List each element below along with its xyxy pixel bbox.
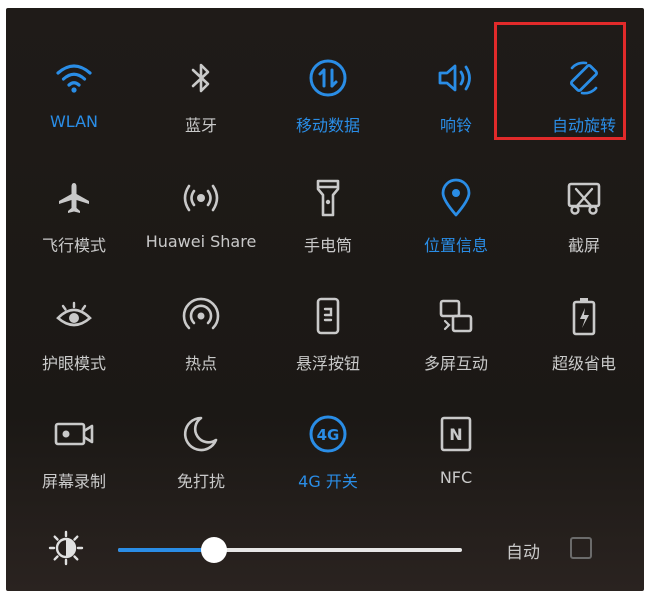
tile-wlan[interactable]: WLAN: [14, 28, 134, 138]
battery-saver-icon: [562, 294, 606, 338]
tile-label: 自动旋转: [551, 116, 616, 135]
flashlight-icon: [306, 176, 350, 220]
brightness-control: 自动: [6, 516, 644, 576]
speaker-icon: [434, 56, 478, 100]
airplane-icon: [52, 176, 96, 220]
tile-label: WLAN: [49, 112, 98, 131]
tile-label: 手电筒: [303, 236, 352, 255]
svg-text:N: N: [449, 425, 462, 444]
tile-nfc[interactable]: N NFC: [396, 384, 516, 494]
svg-text:4G: 4G: [317, 426, 340, 444]
huawei-share-icon: [179, 176, 223, 220]
quick-settings-grid: WLAN 蓝牙 移动数据 响铃 自动旋转 飞行模式 Huawei Share 手…: [6, 8, 644, 508]
brightness-icon: [48, 530, 84, 566]
tile-auto-rotate[interactable]: 自动旋转: [524, 28, 644, 138]
screen-record-icon: [52, 412, 96, 456]
brightness-slider-fill: [118, 548, 215, 552]
tile-bluetooth[interactable]: 蓝牙: [141, 28, 261, 138]
tile-screen-record[interactable]: 屏幕录制: [14, 384, 134, 494]
tile-label: 热点: [184, 354, 217, 373]
hotspot-icon: [179, 294, 223, 338]
quick-settings-panel: WLAN 蓝牙 移动数据 响铃 自动旋转 飞行模式 Huawei Share 手…: [6, 8, 644, 591]
tile-floating-button[interactable]: 悬浮按钮: [268, 266, 388, 376]
floating-button-icon: [306, 294, 350, 338]
moon-icon: [179, 412, 223, 456]
auto-brightness-checkbox[interactable]: [570, 537, 592, 559]
nfc-icon: N: [434, 412, 478, 456]
wifi-icon: [52, 56, 96, 100]
tile-label: 多屏互动: [423, 354, 488, 373]
tile-label: 位置信息: [423, 236, 488, 255]
tile-mobile-data[interactable]: 移动数据: [268, 28, 388, 138]
4g-icon: 4G: [306, 412, 350, 456]
tile-label: Huawei Share: [145, 232, 257, 251]
tile-label: 4G 开关: [298, 472, 358, 491]
tile-eye-comfort[interactable]: 护眼模式: [14, 266, 134, 376]
tile-hotspot[interactable]: 热点: [141, 266, 261, 376]
tile-multi-screen[interactable]: 多屏互动: [396, 266, 516, 376]
tile-do-not-disturb[interactable]: 免打扰: [141, 384, 261, 494]
brightness-slider-thumb[interactable]: [201, 537, 228, 563]
auto-brightness-label: 自动: [506, 543, 540, 563]
tile-airplane-mode[interactable]: 飞行模式: [14, 148, 134, 258]
bluetooth-icon: [179, 56, 223, 100]
tile-huawei-share[interactable]: Huawei Share: [141, 148, 261, 258]
tile-4g-switch[interactable]: 4G 4G 开关: [268, 384, 388, 494]
tile-label: NFC: [439, 468, 473, 487]
eye-icon: [52, 294, 96, 338]
tile-ringer[interactable]: 响铃: [396, 28, 516, 138]
location-icon: [434, 176, 478, 220]
tile-super-power-saving[interactable]: 超级省电: [524, 266, 644, 376]
tile-label: 悬浮按钮: [295, 354, 360, 373]
mobile-data-icon: [306, 56, 350, 100]
tile-label: 响铃: [439, 116, 472, 135]
tile-label: 屏幕录制: [41, 472, 106, 491]
tile-flashlight[interactable]: 手电筒: [268, 148, 388, 258]
tile-label: 飞行模式: [41, 236, 106, 255]
tile-label: 蓝牙: [184, 116, 217, 135]
brightness-slider[interactable]: [118, 537, 462, 563]
tile-label: 移动数据: [295, 116, 360, 135]
auto-rotate-icon: [562, 56, 606, 100]
multi-screen-icon: [434, 294, 478, 338]
tile-label: 护眼模式: [41, 354, 106, 373]
tile-label: 免打扰: [176, 472, 225, 491]
tile-location[interactable]: 位置信息: [396, 148, 516, 258]
screenshot-icon: [562, 176, 606, 220]
tile-screenshot[interactable]: 截屏: [524, 148, 644, 258]
tile-label: 超级省电: [551, 354, 616, 373]
tile-label: 截屏: [567, 236, 600, 255]
